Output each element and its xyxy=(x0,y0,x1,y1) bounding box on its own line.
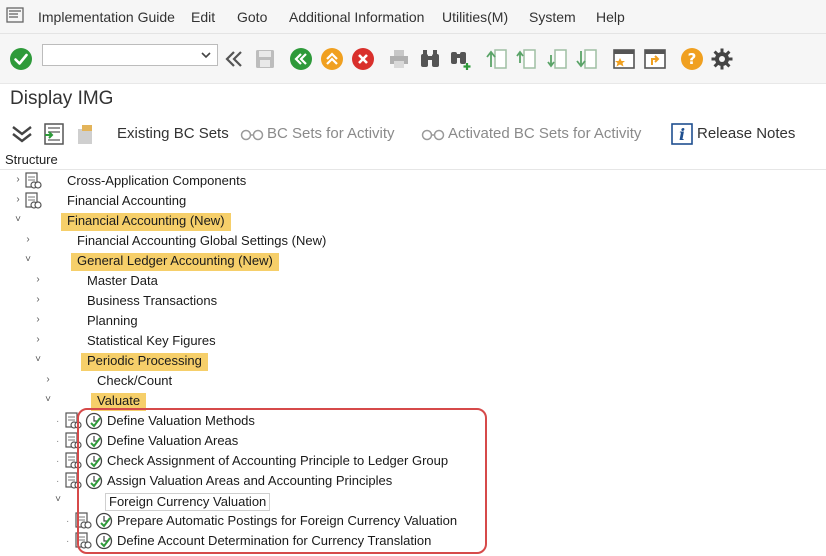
menu-implementation-guide[interactable]: Implementation Guide xyxy=(38,9,175,25)
command-field[interactable] xyxy=(42,44,218,66)
chevron-down-icon[interactable]: ˅ xyxy=(13,214,23,226)
info-icon[interactable]: i xyxy=(670,122,694,146)
expand-all-icon[interactable] xyxy=(10,122,34,146)
help-icon[interactable]: ? xyxy=(679,46,705,72)
settings-gear-icon[interactable] xyxy=(709,46,735,72)
tree-node-label[interactable]: Check/Count xyxy=(91,373,178,391)
tree-node[interactable]: › Statistical Key Figures xyxy=(0,331,826,351)
menu-bar: Implementation Guide Edit Goto Additiona… xyxy=(0,0,826,34)
highlight-annotation-box xyxy=(77,408,487,554)
shortcut-icon[interactable] xyxy=(642,46,668,72)
page-title: Display IMG xyxy=(10,88,114,109)
tree-leaf-dot: · xyxy=(56,476,60,487)
exit-icon[interactable] xyxy=(319,46,345,72)
find-icon[interactable] xyxy=(417,46,443,72)
standard-toolbar: ? xyxy=(0,34,826,84)
chevron-right-icon[interactable]: › xyxy=(33,314,43,326)
tree-node-label[interactable]: Master Data xyxy=(81,273,164,291)
tree-node[interactable]: ˅ Financial Accounting (New) xyxy=(0,211,826,231)
tree-node[interactable]: › Financial Accounting Global Settings (… xyxy=(0,231,826,251)
tree-leaf-dot: · xyxy=(66,516,70,527)
chevron-right-icon[interactable]: › xyxy=(33,294,43,306)
svg-text:?: ? xyxy=(688,50,697,68)
tree-node-label[interactable]: General Ledger Accounting (New) xyxy=(71,253,279,271)
tree-node-label[interactable]: Business Transactions xyxy=(81,293,223,311)
tree-node[interactable]: › Business Transactions xyxy=(0,291,826,311)
next-page-icon[interactable] xyxy=(545,46,571,72)
bc-set-icon[interactable] xyxy=(74,122,98,146)
first-page-icon[interactable] xyxy=(485,46,511,72)
back-icon[interactable] xyxy=(288,46,314,72)
chevron-down-icon[interactable]: ˅ xyxy=(43,394,53,406)
save-icon[interactable] xyxy=(252,46,278,72)
chevron-right-icon[interactable]: › xyxy=(13,194,23,206)
chevron-down-icon[interactable]: ˅ xyxy=(53,494,63,506)
goto-activity-icon[interactable] xyxy=(42,122,66,146)
glasses-icon xyxy=(421,124,445,148)
tree-node[interactable]: ˅ General Ledger Accounting (New) xyxy=(0,251,826,271)
print-icon[interactable] xyxy=(386,46,412,72)
release-notes-button[interactable]: Release Notes xyxy=(697,125,795,142)
tree-node-label[interactable]: Planning xyxy=(81,313,144,331)
chevron-right-icon[interactable]: › xyxy=(33,334,43,346)
tree-leaf-dot: · xyxy=(56,456,60,467)
tree-node[interactable]: › Master Data xyxy=(0,271,826,291)
structure-doc-icon xyxy=(24,172,42,190)
svg-text:i: i xyxy=(679,125,685,144)
chevron-right-icon[interactable]: › xyxy=(43,374,53,386)
menu-help[interactable]: Help xyxy=(596,9,625,25)
existing-bc-sets-button[interactable]: Existing BC Sets xyxy=(117,125,229,142)
structure-doc-icon xyxy=(24,192,42,210)
chevron-down-icon[interactable]: ˅ xyxy=(33,354,43,366)
chevron-right-icon[interactable]: › xyxy=(23,234,33,246)
previous-page-icon[interactable] xyxy=(514,46,540,72)
tree-leaf-dot: · xyxy=(56,416,60,427)
enter-check-icon[interactable] xyxy=(8,46,34,72)
tree-node-label[interactable]: Cross-Application Components xyxy=(61,173,252,191)
tree-node-label[interactable]: Financial Accounting Global Settings (Ne… xyxy=(71,233,332,251)
structure-header: Structure xyxy=(0,152,826,170)
activated-bc-sets-button[interactable]: Activated BC Sets for Activity xyxy=(448,125,641,142)
menu-system[interactable]: System xyxy=(529,9,576,25)
tree-node[interactable]: ˅ Periodic Processing xyxy=(0,351,826,371)
new-window-icon[interactable] xyxy=(611,46,637,72)
menu-edit[interactable]: Edit xyxy=(191,9,215,25)
find-next-icon[interactable] xyxy=(448,46,474,72)
last-page-icon[interactable] xyxy=(575,46,601,72)
chevron-right-icon[interactable]: › xyxy=(13,174,23,186)
system-menu-icon[interactable] xyxy=(6,7,24,23)
back-double-icon[interactable] xyxy=(221,46,247,72)
tree-node[interactable]: › Cross-Application Components xyxy=(0,171,826,191)
tree-node[interactable]: › Check/Count xyxy=(0,371,826,391)
chevron-down-icon[interactable] xyxy=(199,48,213,62)
tree-node-label[interactable]: Statistical Key Figures xyxy=(81,333,222,351)
chevron-down-icon[interactable]: ˅ xyxy=(23,254,33,266)
tree-node[interactable]: › Financial Accounting xyxy=(0,191,826,211)
tree-node-label[interactable]: Periodic Processing xyxy=(81,353,208,371)
cancel-icon[interactable] xyxy=(350,46,376,72)
bc-sets-for-activity-button[interactable]: BC Sets for Activity xyxy=(267,125,395,142)
chevron-right-icon[interactable]: › xyxy=(33,274,43,286)
glasses-icon xyxy=(240,124,264,148)
tree-node-label[interactable]: Financial Accounting xyxy=(61,193,192,211)
tree-leaf-dot: · xyxy=(66,536,70,547)
menu-additional-information[interactable]: Additional Information xyxy=(289,9,424,25)
tree-node-label[interactable]: Financial Accounting (New) xyxy=(61,213,231,231)
tree-node[interactable]: › Planning xyxy=(0,311,826,331)
application-toolbar: Existing BC Sets BC Sets for Activity Ac… xyxy=(0,116,826,152)
menu-utilities[interactable]: Utilities(M) xyxy=(442,9,508,25)
tree-leaf-dot: · xyxy=(56,436,60,447)
command-input[interactable] xyxy=(43,45,195,65)
menu-goto[interactable]: Goto xyxy=(237,9,267,25)
